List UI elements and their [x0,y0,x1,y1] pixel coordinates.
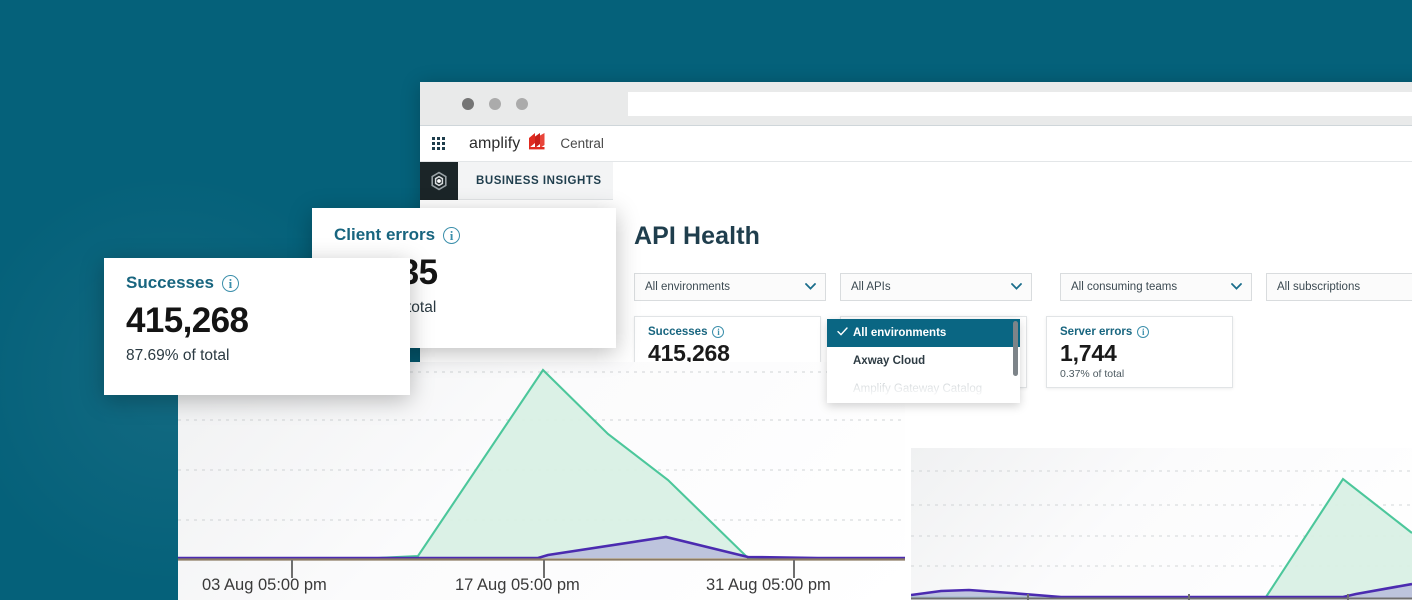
metric-card-header: Successes i [648,326,820,338]
metric-card-title: Successes [648,326,707,338]
url-input[interactable] [628,92,1412,116]
callout-header: Successes i [126,273,410,293]
page-title: API Health [634,222,1412,251]
chevron-down-icon [805,281,816,293]
main-content: API Health All environments All APIs [613,200,1412,600]
dropdown-option-label: Amplify Gateway Catalog [853,383,982,395]
screenshot-stage: amplify Central [0,0,1412,600]
api-filter[interactable]: All APIs [840,273,1032,301]
metric-card-subtext: 87.69% of total [648,368,820,380]
consuming-team-filter[interactable]: All consuming teams [1060,273,1252,301]
dropdown-scrollbar[interactable] [1013,321,1018,376]
x-tick-label: 03 Aug 05:00 pm [202,576,327,595]
chevron-down-icon [1231,281,1242,293]
app-grid-icon[interactable] [432,137,446,151]
chevron-down-icon [1011,281,1022,293]
subscription-filter-value: All subscriptions [1277,281,1360,293]
dropdown-option-axway-cloud[interactable]: Axway Cloud [827,347,1020,375]
metric-card-header: Server errors i [1060,326,1232,338]
callout-title: Successes [126,273,214,293]
app-topnav: amplify Central [420,126,1412,162]
callout-value: 415,268 [126,301,410,341]
subscription-filter[interactable]: All subscriptions [1266,273,1412,301]
dropdown-option-label: All environments [853,327,946,339]
minimize-dot[interactable] [489,98,501,110]
dropdown-option-label: Axway Cloud [853,355,925,367]
environment-filter-value: All environments [645,281,730,293]
metric-card-successes[interactable]: Successes i 415,268 87.69% of total [634,316,821,388]
callout-header: Client errors i [334,225,616,245]
environment-filter[interactable]: All environments [634,273,826,301]
callout-subtext: 87.69% of total [126,347,410,365]
metric-card-row: Successes i 415,268 87.69% of total Clie… [634,316,1412,388]
maximize-dot[interactable] [516,98,528,110]
target-hexagon-icon[interactable] [420,162,458,200]
environment-dropdown-menu[interactable]: All environments Axway Cloud Amplify Gat… [827,319,1020,403]
consuming-team-filter-value: All consuming teams [1071,281,1177,293]
sidebar-section-header[interactable]: BUSINESS INSIGHTS [458,162,613,200]
callout-title: Client errors [334,225,435,245]
browser-titlebar [420,82,1412,126]
dropdown-option-amplify-gateway-catalog[interactable]: Amplify Gateway Catalog [827,375,1020,403]
product-name: Central [560,136,604,151]
metric-card-subtext: 0.37% of total [1060,368,1232,380]
callout-successes[interactable]: Successes i 415,268 87.69% of total [104,258,410,395]
sidebar-item-label: BUSINESS INSIGHTS [476,175,602,187]
info-icon[interactable]: i [443,227,460,244]
brand-label: amplify [469,135,520,153]
info-icon[interactable]: i [222,275,239,292]
amplify-arrow-logo [526,133,545,155]
info-icon[interactable]: i [1137,326,1149,338]
check-icon [837,327,853,339]
brand[interactable]: amplify [469,133,545,155]
metric-card-value: 415,268 [648,340,820,367]
close-dot[interactable] [462,98,474,110]
info-icon[interactable]: i [712,326,724,338]
api-filter-value: All APIs [851,281,891,293]
metric-card-value: 1,744 [1060,340,1232,367]
dropdown-option-all-environments[interactable]: All environments [827,319,1020,347]
metric-card-server-errors[interactable]: Server errors i 1,744 0.37% of total [1046,316,1233,388]
metric-card-title: Server errors [1060,326,1132,338]
filter-row: All environments All APIs All consuming … [634,273,1412,301]
window-controls[interactable] [462,98,528,110]
